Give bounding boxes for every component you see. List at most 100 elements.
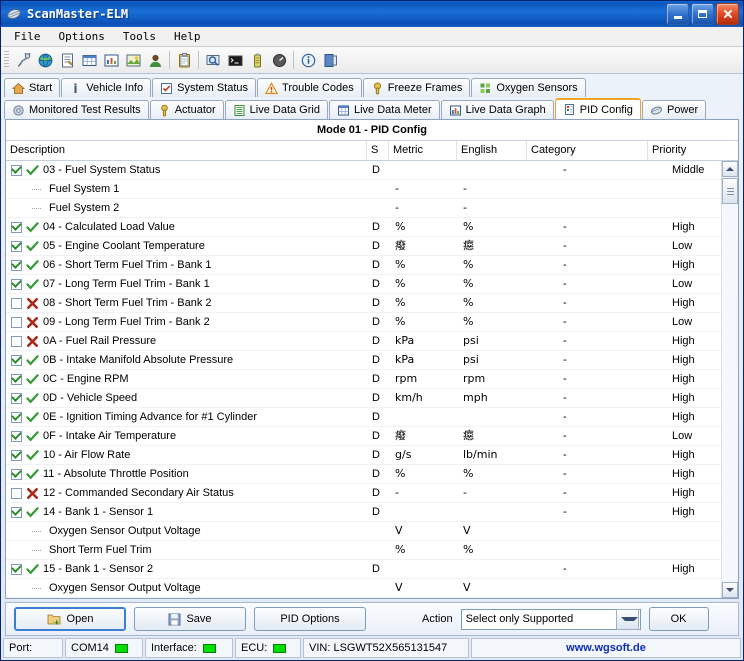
table-row[interactable]: 15 - Bank 1 - Sensor 2 D - High xyxy=(6,560,722,579)
terminal-icon[interactable] xyxy=(224,49,246,71)
tab-power[interactable]: Power xyxy=(641,100,707,119)
table-row[interactable]: 0D - Vehicle Speed Dkm/h mph - High xyxy=(6,389,722,408)
row-english: - xyxy=(463,201,467,214)
table-row[interactable]: Oxygen Sensor Output Voltage V V xyxy=(6,522,722,541)
row-metric: V xyxy=(395,524,403,537)
column-header-s[interactable]: S xyxy=(367,141,389,160)
row-checkbox[interactable] xyxy=(11,563,22,575)
search-window-icon[interactable] xyxy=(202,49,224,71)
check-icon xyxy=(26,468,39,481)
maximize-button[interactable] xyxy=(691,3,714,25)
tab-live-data-grid[interactable]: Live Data Grid xyxy=(224,100,328,119)
globe-icon[interactable] xyxy=(34,49,56,71)
row-checkbox[interactable] xyxy=(11,335,22,347)
row-checkbox[interactable] xyxy=(11,506,22,518)
action-select[interactable]: Select only Supported xyxy=(460,608,641,630)
connect-icon[interactable] xyxy=(12,49,34,71)
tab-live-data-meter[interactable]: Live Data Meter xyxy=(328,100,440,119)
row-checkbox[interactable] xyxy=(11,354,22,366)
row-checkbox[interactable] xyxy=(11,316,22,328)
ok-button[interactable]: OK xyxy=(648,607,709,631)
table-row[interactable]: 08 - Short Term Fuel Trim - Bank 2 D%% - Hi… xyxy=(6,294,722,313)
clipboard-icon[interactable] xyxy=(173,49,195,71)
close-button[interactable] xyxy=(716,3,739,25)
user-icon[interactable] xyxy=(144,49,166,71)
table-row[interactable]: 12 - Commanded Secondary Air Status D - - - H… xyxy=(6,484,722,503)
column-header-metric[interactable]: Metric xyxy=(389,141,457,160)
status-website-pane[interactable]: www.wgsoft.de xyxy=(471,638,741,658)
table-row[interactable]: 06 - Short Term Fuel Trim - Bank 1 D%% - Hi… xyxy=(6,256,722,275)
table-row[interactable]: 11 - Absolute Throttle Position D%% - High xyxy=(6,465,722,484)
row-checkbox[interactable] xyxy=(11,487,22,499)
table-row[interactable]: 09 - Long Term Fuel Trim - Bank 2 D%% - Low xyxy=(6,313,722,332)
gauge-icon[interactable] xyxy=(268,49,290,71)
image-icon[interactable] xyxy=(122,49,144,71)
tab-pid-config[interactable]: PID Config xyxy=(554,98,641,119)
table-row[interactable]: Fuel System 1 - - xyxy=(6,180,722,199)
row-checkbox[interactable] xyxy=(11,297,22,309)
tab-monitored-test-results[interactable]: Monitored Test Results xyxy=(4,100,149,119)
table-row[interactable]: 0F - Intake Air Temperature D 癈 癋 - Low xyxy=(6,427,722,446)
tab-actuator[interactable]: Actuator xyxy=(149,100,224,119)
row-checkbox[interactable] xyxy=(11,468,22,480)
table-row[interactable]: Short Term Fuel Trim%% xyxy=(6,541,722,560)
info-icon[interactable] xyxy=(297,49,319,71)
table-row[interactable]: 14 - Bank 1 - Sensor 1 D - High xyxy=(6,503,722,522)
tab-label: Live Data Graph xyxy=(465,104,546,116)
chart-icon[interactable] xyxy=(100,49,122,71)
toolbar-grip[interactable] xyxy=(4,51,9,69)
tab-system-status[interactable]: System Status xyxy=(152,78,257,97)
scrollbar-thumb[interactable] xyxy=(722,178,738,204)
table-row[interactable]: 0A - Fuel Rail Pressure DkPa psi - High xyxy=(6,332,722,351)
grid-icon[interactable] xyxy=(78,49,100,71)
row-checkbox[interactable] xyxy=(11,411,22,423)
tab-start[interactable]: Start xyxy=(4,78,61,97)
exit-icon[interactable] xyxy=(319,49,341,71)
menu-item-options[interactable]: Options xyxy=(50,28,114,45)
menu-item-tools[interactable]: Tools xyxy=(114,28,165,45)
column-header-english[interactable]: English xyxy=(457,141,527,160)
table-row[interactable]: 04 - Calculated Load Value D%% - High xyxy=(6,218,722,237)
tab-oxygen-sensors[interactable]: Oxygen Sensors xyxy=(471,78,586,97)
menu-item-file[interactable]: File xyxy=(5,28,50,45)
column-header-category[interactable]: Category xyxy=(527,141,648,160)
row-checkbox[interactable] xyxy=(11,240,22,252)
row-checkbox[interactable] xyxy=(11,221,22,233)
table-row[interactable]: Oxygen Sensor Output Voltage V V xyxy=(6,579,722,598)
report-icon[interactable] xyxy=(56,49,78,71)
row-checkbox[interactable] xyxy=(11,430,22,442)
row-checkbox[interactable] xyxy=(11,392,22,404)
table-row[interactable]: 07 - Long Term Fuel Trim - Bank 1 D%% - Low xyxy=(6,275,722,294)
row-checkbox[interactable] xyxy=(11,449,22,461)
tab-label: Live Data Meter xyxy=(353,104,432,116)
toolbar-separator xyxy=(169,51,170,69)
scroll-up-button[interactable] xyxy=(722,161,738,177)
open-button[interactable]: Open xyxy=(14,607,126,631)
table-row[interactable]: 03 - Fuel System Status D - Middle xyxy=(6,161,722,180)
table-row[interactable]: 0E - Ignition Timing Advance for #1 Cyli… xyxy=(6,408,722,427)
battery-icon[interactable] xyxy=(246,49,268,71)
tab-trouble-codes[interactable]: Trouble Codes xyxy=(257,78,362,97)
table-row[interactable]: 05 - Engine Coolant Temperature D 癈 癋 - Low xyxy=(6,237,722,256)
row-checkbox[interactable] xyxy=(11,278,22,290)
table-row[interactable]: 0C - Engine RPM Drpm rpm - High xyxy=(6,370,722,389)
chevron-down-icon[interactable] xyxy=(615,608,639,630)
column-header-description[interactable]: Description xyxy=(6,141,367,160)
tab-vehicle-info[interactable]: Vehicle Info xyxy=(61,78,152,97)
table-row[interactable]: 10 - Air Flow Rate Dg/s lb/min - High xyxy=(6,446,722,465)
vertical-scrollbar[interactable] xyxy=(721,161,738,598)
table-row[interactable]: 0B - Intake Manifold Absolute Pressure Dk… xyxy=(6,351,722,370)
row-checkbox[interactable] xyxy=(11,164,22,176)
website-link[interactable]: www.wgsoft.de xyxy=(566,642,646,654)
tab-freeze-frames[interactable]: Freeze Frames xyxy=(362,78,471,97)
minimize-button[interactable] xyxy=(666,3,689,25)
pid-options-button[interactable]: PID Options xyxy=(254,607,366,631)
column-header-priority[interactable]: Priority xyxy=(648,141,710,160)
tab-live-data-graph[interactable]: Live Data Graph xyxy=(440,100,554,119)
menu-item-help[interactable]: Help xyxy=(165,28,210,45)
row-checkbox[interactable] xyxy=(11,259,22,271)
row-checkbox[interactable] xyxy=(11,373,22,385)
scroll-down-button[interactable] xyxy=(722,582,738,598)
table-row[interactable]: Fuel System 2 - - xyxy=(6,199,722,218)
save-button[interactable]: Save xyxy=(134,607,246,631)
